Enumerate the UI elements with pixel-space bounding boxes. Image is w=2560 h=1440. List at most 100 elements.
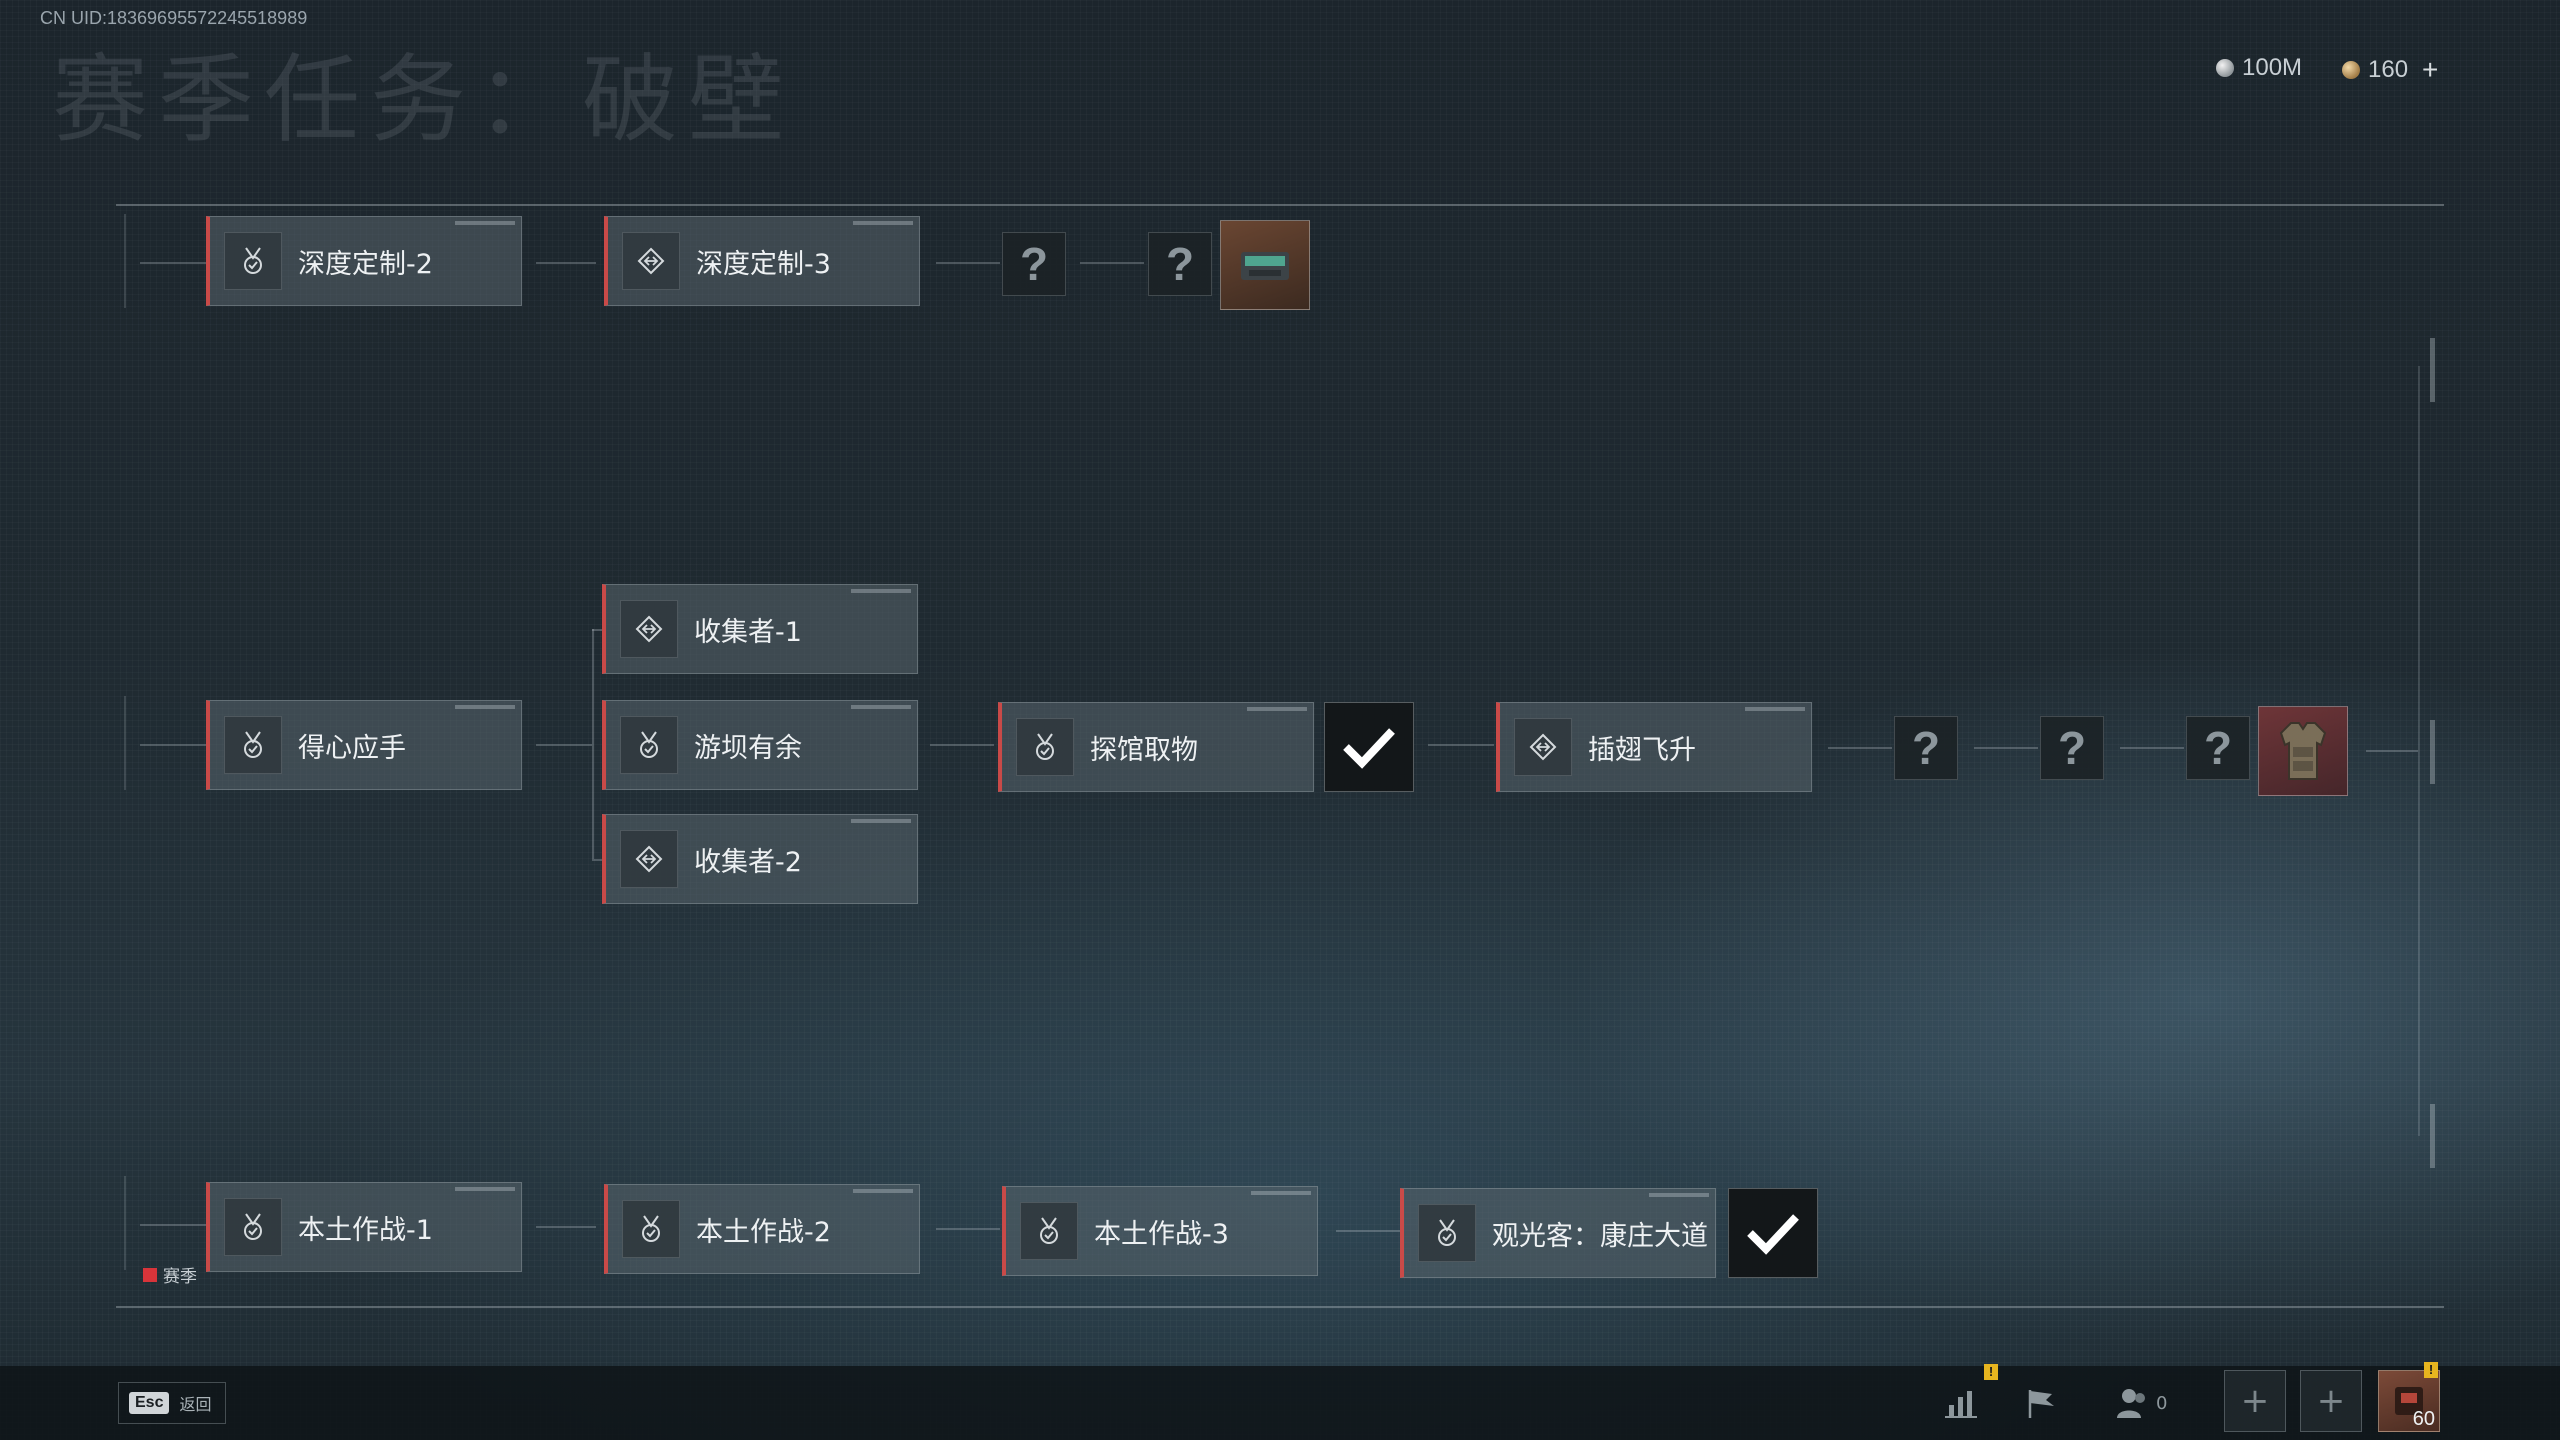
medal-icon bbox=[1020, 1202, 1078, 1260]
locked-task[interactable]: ? bbox=[1148, 232, 1212, 296]
diamond-arrows-icon bbox=[1514, 718, 1572, 776]
task-label: 插翅飞升 bbox=[1588, 734, 1696, 766]
connector bbox=[1336, 1230, 1400, 1232]
completed-marker bbox=[1728, 1188, 1818, 1278]
task-sightseer-avenue[interactable]: 观光客：康庄大道 bbox=[1400, 1188, 1716, 1278]
connector bbox=[1974, 747, 2038, 749]
page-title: 赛季任务：破壁 bbox=[52, 44, 794, 156]
panel-top-line bbox=[116, 204, 2444, 206]
back-label: 返回 bbox=[179, 1395, 212, 1414]
gold-amount: 160 bbox=[2368, 56, 2409, 83]
task-label: 本土作战-1 bbox=[298, 1214, 433, 1246]
connector bbox=[536, 1226, 596, 1228]
task-label: 本土作战-3 bbox=[1094, 1218, 1229, 1250]
panel-bottom-line bbox=[116, 1306, 2444, 1308]
add-currency-button[interactable]: + bbox=[2422, 54, 2438, 86]
right-rail-tick bbox=[2430, 720, 2435, 784]
task-label: 观光客：康庄大道 bbox=[1492, 1220, 1708, 1252]
locked-task[interactable]: ? bbox=[2186, 716, 2250, 780]
row-top-marker bbox=[124, 214, 126, 308]
task-label: 游坝有余 bbox=[694, 732, 802, 764]
backpack-count: 60 bbox=[2412, 1408, 2435, 1430]
task-dam-surplus[interactable]: 游坝有余 bbox=[602, 700, 918, 790]
connector bbox=[592, 629, 602, 631]
connector bbox=[2120, 747, 2184, 749]
task-museum-retrieval[interactable]: 探馆取物 bbox=[998, 702, 1314, 792]
connector bbox=[936, 262, 1000, 264]
connector bbox=[140, 262, 206, 264]
backpack-slot[interactable]: 60 bbox=[2378, 1370, 2440, 1432]
medal-icon bbox=[224, 716, 282, 774]
plus-icon: + bbox=[2240, 1381, 2270, 1421]
back-button[interactable]: Esc 返回 bbox=[118, 1382, 226, 1424]
task-homeland-3[interactable]: 本土作战-3 bbox=[1002, 1186, 1318, 1276]
season-legend: 赛季 bbox=[143, 1262, 197, 1287]
task-label: 得心应手 bbox=[298, 732, 406, 764]
task-take-flight[interactable]: 插翅飞升 bbox=[1496, 702, 1812, 792]
medal-icon bbox=[224, 232, 282, 290]
connector bbox=[592, 859, 602, 861]
task-deep-custom-3[interactable]: 深度定制-3 bbox=[604, 216, 920, 306]
medal-icon bbox=[620, 716, 678, 774]
task-label: 本土作战-2 bbox=[696, 1216, 831, 1248]
row-middle-marker bbox=[124, 696, 126, 790]
esc-key: Esc bbox=[129, 1392, 170, 1414]
connector bbox=[930, 744, 994, 746]
medal-icon bbox=[1418, 1204, 1476, 1262]
connector bbox=[536, 262, 596, 264]
medal-icon bbox=[622, 1200, 680, 1258]
gold-coin-icon bbox=[2342, 61, 2360, 79]
body-armor-icon bbox=[2279, 722, 2327, 780]
checkmark-icon bbox=[1747, 1214, 1799, 1255]
friends-count: 0 bbox=[2156, 1392, 2168, 1414]
connector bbox=[536, 744, 592, 746]
connector bbox=[1428, 744, 1494, 746]
connector bbox=[140, 1224, 206, 1226]
right-rail-tick bbox=[2430, 338, 2435, 402]
season-color-swatch bbox=[143, 1267, 157, 1282]
connector bbox=[936, 1228, 1000, 1230]
completed-marker bbox=[1324, 702, 1414, 792]
connector bbox=[1828, 747, 1892, 749]
task-label: 探馆取物 bbox=[1090, 734, 1198, 766]
task-collector-2[interactable]: 收集者-2 bbox=[602, 814, 918, 904]
row-bottom-marker bbox=[124, 1176, 126, 1270]
diamond-arrows-icon bbox=[620, 830, 678, 888]
task-collector-1[interactable]: 收集者-1 bbox=[602, 584, 918, 674]
medal-icon bbox=[224, 1198, 282, 1256]
connector bbox=[140, 744, 206, 746]
task-deep-custom-2[interactable]: 深度定制-2 bbox=[206, 216, 522, 306]
silver-amount: 100M bbox=[2242, 54, 2303, 81]
plus-icon: + bbox=[2316, 1381, 2346, 1421]
body-armor-reward[interactable] bbox=[2258, 706, 2348, 796]
quick-slot-add-1[interactable]: + bbox=[2224, 1370, 2286, 1432]
friends-button[interactable]: 0 bbox=[2116, 1380, 2180, 1426]
locked-task[interactable]: ? bbox=[1894, 716, 1958, 780]
connector bbox=[2366, 750, 2418, 752]
flag-icon bbox=[2028, 1390, 2054, 1418]
task-label: 收集者-2 bbox=[694, 846, 802, 878]
flag-button[interactable] bbox=[2020, 1380, 2066, 1426]
gear-case-icon bbox=[1241, 252, 1289, 280]
quick-slot-add-2[interactable]: + bbox=[2300, 1370, 2362, 1432]
alert-badge: ! bbox=[2424, 1362, 2438, 1378]
medal-icon bbox=[1016, 718, 1074, 776]
task-deft-hand[interactable]: 得心应手 bbox=[206, 700, 522, 790]
task-homeland-1[interactable]: 本土作战-1 bbox=[206, 1182, 522, 1272]
task-label: 深度定制-3 bbox=[696, 248, 831, 280]
stats-button[interactable] bbox=[1938, 1380, 1984, 1426]
season-legend-label: 赛季 bbox=[163, 1267, 197, 1287]
gear-case-reward[interactable] bbox=[1220, 220, 1310, 310]
silver-currency: 100M bbox=[2216, 54, 2302, 82]
checkmark-icon bbox=[1343, 728, 1395, 769]
diamond-arrows-icon bbox=[622, 232, 680, 290]
diamond-arrows-icon bbox=[620, 600, 678, 658]
connector bbox=[1080, 262, 1144, 264]
silver-coin-icon bbox=[2216, 59, 2234, 77]
locked-task[interactable]: ? bbox=[1002, 232, 1066, 296]
friends-icon bbox=[2117, 1389, 2145, 1418]
locked-task[interactable]: ? bbox=[2040, 716, 2104, 780]
task-homeland-2[interactable]: 本土作战-2 bbox=[604, 1184, 920, 1274]
bar-chart-icon bbox=[1945, 1391, 1977, 1418]
right-rail-tick bbox=[2430, 1104, 2435, 1168]
